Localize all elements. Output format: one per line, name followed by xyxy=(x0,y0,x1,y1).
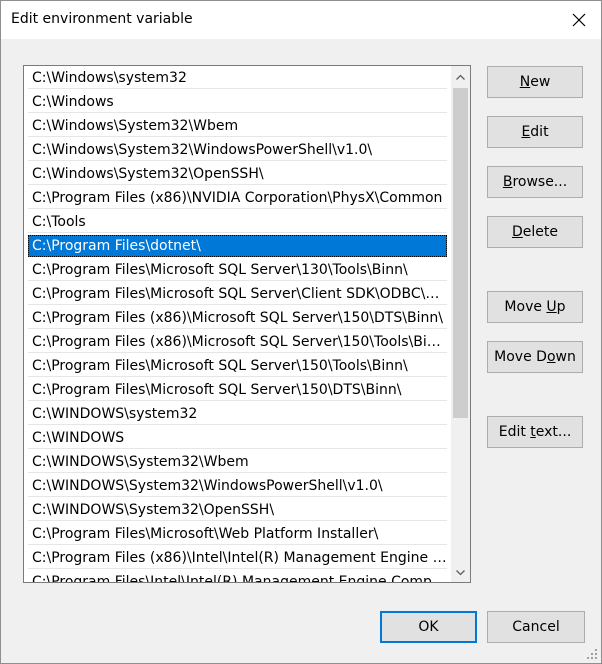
path-list-item[interactable]: C:\Program Files\Microsoft\Web Platform … xyxy=(28,523,447,545)
path-list: C:\Windows\system32 C:\Windows C:\Windows\… xyxy=(24,66,450,582)
path-list-item[interactable]: C:\Program Files\Intel\Intel(R) Manageme… xyxy=(28,571,447,582)
path-list-item[interactable]: C:\Program Files\Microsoft SQL Server\15… xyxy=(28,379,447,401)
edit-text-button-label: Edit text... xyxy=(498,424,572,440)
delete-button-label: Delete xyxy=(512,224,558,240)
new-button[interactable]: New xyxy=(487,66,583,98)
move-up-button-label: Move Up xyxy=(504,299,566,315)
close-icon xyxy=(572,13,586,27)
chevron-down-icon xyxy=(456,564,465,580)
path-list-item[interactable]: C:\Windows\System32\Wbem xyxy=(28,115,447,137)
path-list-item[interactable]: C:\WINDOWS xyxy=(28,427,447,449)
path-list-item[interactable]: C:\Program Files\Microsoft SQL Server\Cl… xyxy=(28,283,447,305)
cancel-button-label: Cancel xyxy=(512,619,560,635)
path-list-item[interactable]: C:\Program Files (x86)\Microsoft SQL Ser… xyxy=(28,331,447,353)
browse-button[interactable]: Browse... xyxy=(487,166,583,198)
edit-button[interactable]: Edit xyxy=(487,116,583,148)
title-bar: Edit environment variable xyxy=(1,1,601,39)
ok-button-label: OK xyxy=(418,619,439,635)
path-list-item[interactable]: C:\Program Files (x86)\Microsoft SQL Ser… xyxy=(28,307,447,329)
edit-button-label: Edit xyxy=(521,124,549,140)
path-listbox[interactable]: C:\Windows\system32 C:\Windows C:\Windows\… xyxy=(23,65,471,583)
path-list-item[interactable]: C:\Program Files\Microsoft SQL Server\13… xyxy=(28,259,447,281)
new-button-label: New xyxy=(519,74,551,90)
ok-button[interactable]: OK xyxy=(380,611,477,643)
move-down-button[interactable]: Move Down xyxy=(487,341,583,373)
path-list-item[interactable]: C:\Program Files\Microsoft SQL Server\15… xyxy=(28,355,447,377)
path-list-item[interactable]: C:\Windows xyxy=(28,91,447,113)
path-list-item[interactable]: C:\Windows\System32\WindowsPowerShell\v1… xyxy=(28,139,447,161)
scroll-up-button[interactable] xyxy=(451,66,470,86)
path-list-item[interactable]: C:\Program Files (x86)\Intel\Intel(R) Ma… xyxy=(28,547,447,569)
edit-text-button[interactable]: Edit text... xyxy=(487,416,583,448)
path-list-item[interactable]: C:\WINDOWS\System32\OpenSSH\ xyxy=(28,499,447,521)
path-list-item[interactable]: C:\Windows\system32 xyxy=(28,67,447,89)
edit-environment-variable-dialog: Edit environment variable C:\Windows\sys… xyxy=(0,0,602,664)
scrollbar-thumb[interactable] xyxy=(453,88,468,418)
browse-button-label: Browse... xyxy=(502,174,568,190)
path-list-item[interactable]: C:\Windows\System32\OpenSSH\ xyxy=(28,163,447,185)
resize-grip-icon[interactable] xyxy=(586,648,598,660)
path-list-item[interactable]: C:\Tools xyxy=(28,211,447,233)
close-button[interactable] xyxy=(557,1,601,39)
delete-button[interactable]: Delete xyxy=(487,216,583,248)
vertical-scrollbar[interactable] xyxy=(451,66,470,582)
move-up-button[interactable]: Move Up xyxy=(487,291,583,323)
cancel-button[interactable]: Cancel xyxy=(487,611,585,643)
path-list-item[interactable]: C:\WINDOWS\System32\Wbem xyxy=(28,451,447,473)
chevron-up-icon xyxy=(456,68,465,84)
scroll-down-button[interactable] xyxy=(451,562,470,582)
move-down-button-label: Move Down xyxy=(494,349,576,365)
path-list-item-selected[interactable]: C:\Program Files\dotnet\ xyxy=(28,235,447,257)
dialog-title: Edit environment variable xyxy=(11,11,193,27)
path-list-item[interactable]: C:\WINDOWS\System32\WindowsPowerShell\v1… xyxy=(28,475,447,497)
path-list-item[interactable]: C:\WINDOWS\system32 xyxy=(28,403,447,425)
path-list-item[interactable]: C:\Program Files (x86)\NVIDIA Corporatio… xyxy=(28,187,447,209)
